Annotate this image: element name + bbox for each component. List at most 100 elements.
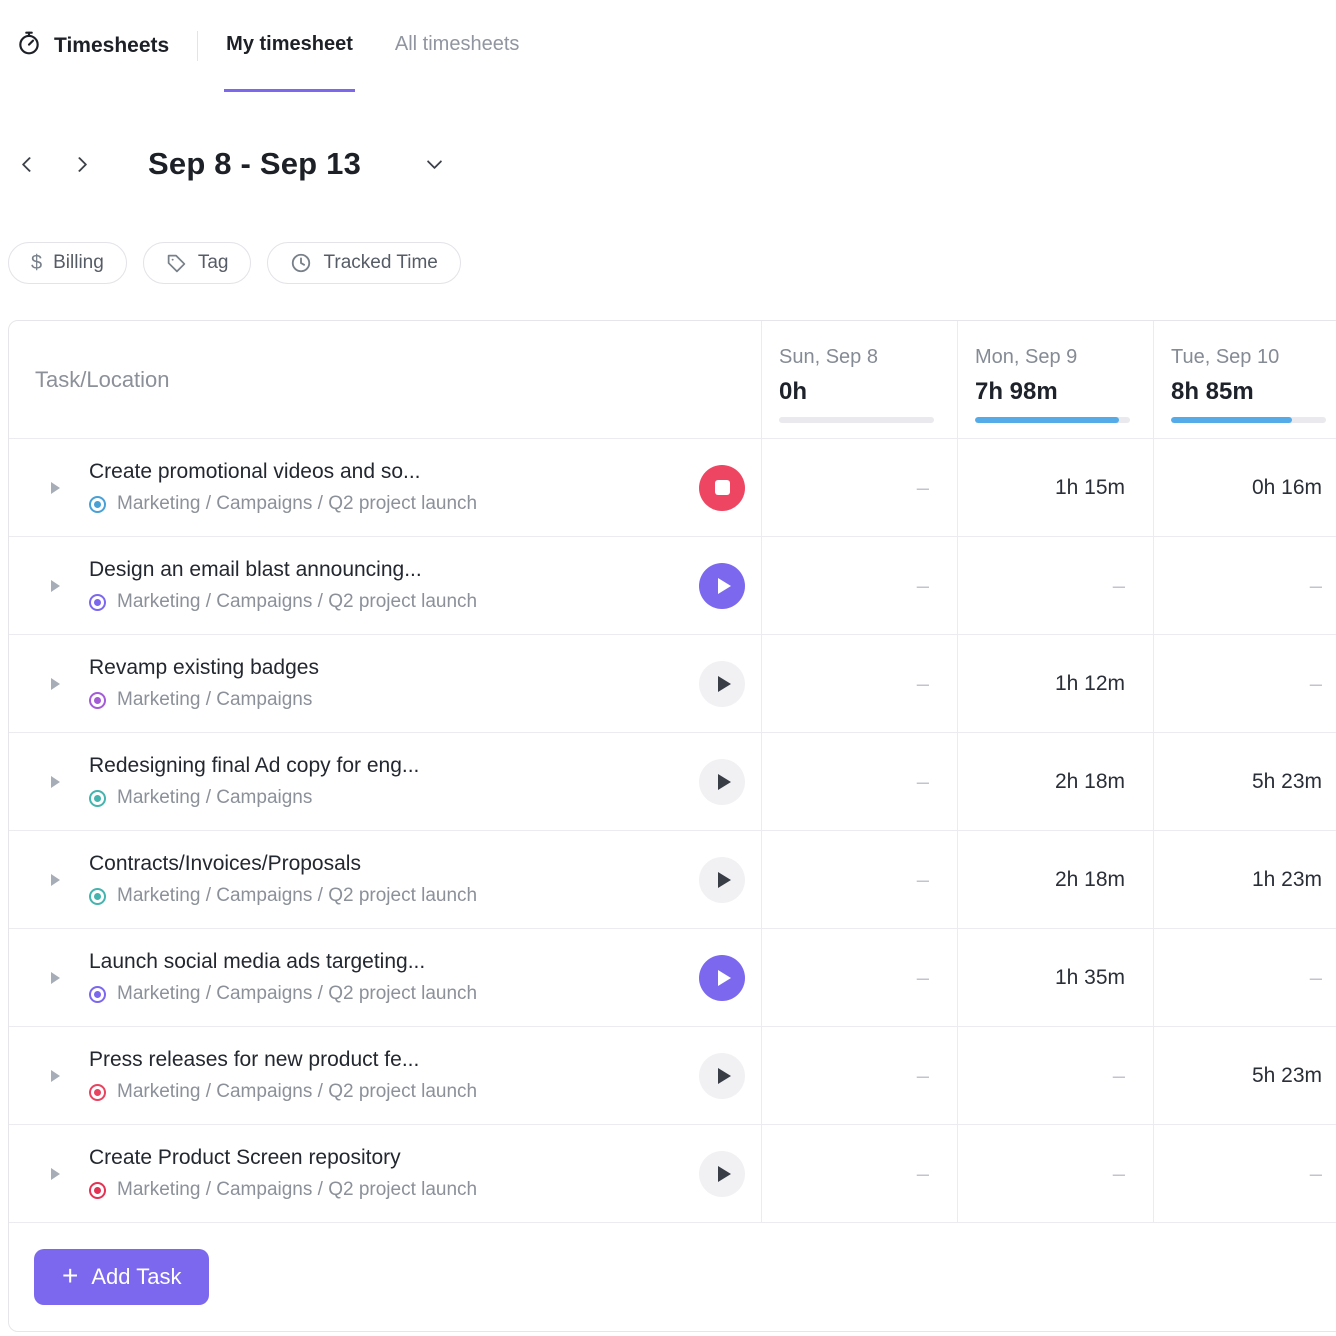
task-row: Design an email blast announcing... Mark… xyxy=(9,536,1336,634)
status-dot-icon xyxy=(89,496,106,513)
timer-play-button[interactable] xyxy=(699,661,745,707)
tab-my-timesheet[interactable]: My timesheet xyxy=(224,0,355,92)
week-range-title: Sep 8 - Sep 13 xyxy=(148,146,361,182)
task-title[interactable]: Create promotional videos and so... xyxy=(89,460,477,484)
time-cell[interactable]: 2h 18m xyxy=(957,831,1153,928)
day-total: 0h xyxy=(779,378,933,406)
time-cell[interactable]: 2h 18m xyxy=(957,733,1153,830)
day-label: Tue, Sep 10 xyxy=(1171,346,1326,369)
time-cell[interactable]: 0h 16m xyxy=(1153,439,1336,536)
time-cell[interactable]: – xyxy=(761,1125,957,1222)
chevron-right-icon xyxy=(71,156,87,172)
time-cell[interactable]: 1h 35m xyxy=(957,929,1153,1026)
tag-icon xyxy=(166,253,187,274)
task-title[interactable]: Redesigning final Ad copy for eng... xyxy=(89,754,419,778)
task-row: Create promotional videos and so... Mark… xyxy=(9,438,1336,536)
time-cell[interactable]: – xyxy=(957,537,1153,634)
time-cell[interactable]: 5h 23m xyxy=(1153,1027,1336,1124)
table-header-row: Task/Location Sun, Sep 8 0h Mon, Sep 9 7… xyxy=(9,321,1336,438)
timer-play-button[interactable] xyxy=(699,1053,745,1099)
task-title[interactable]: Create Product Screen repository xyxy=(89,1146,477,1170)
timer-play-button[interactable] xyxy=(699,955,745,1001)
timer-play-button[interactable] xyxy=(699,563,745,609)
timer-play-button[interactable] xyxy=(699,1151,745,1197)
task-location: Marketing / Campaigns / Q2 project launc… xyxy=(89,885,477,907)
time-cell[interactable]: – xyxy=(957,1027,1153,1124)
task-location-text: Marketing / Campaigns xyxy=(117,787,312,809)
time-cell[interactable]: – xyxy=(761,439,957,536)
time-cell[interactable]: 5h 23m xyxy=(1153,733,1336,830)
time-cell[interactable]: – xyxy=(1153,929,1336,1026)
chip-label: Billing xyxy=(53,252,104,274)
task-row: Contracts/Invoices/Proposals Marketing /… xyxy=(9,830,1336,928)
task-title[interactable]: Design an email blast announcing... xyxy=(89,558,477,582)
task-title[interactable]: Contracts/Invoices/Proposals xyxy=(89,852,477,876)
status-dot-icon xyxy=(89,594,106,611)
tracked-time-filter-chip[interactable]: Tracked Time xyxy=(267,242,460,284)
time-cell[interactable]: 1h 12m xyxy=(957,635,1153,732)
day-total: 8h 85m xyxy=(1171,378,1326,406)
chevron-down-icon xyxy=(426,154,442,170)
task-location-text: Marketing / Campaigns / Q2 project launc… xyxy=(117,1081,477,1103)
billing-filter-chip[interactable]: $ Billing xyxy=(8,242,127,284)
column-header-mon: Mon, Sep 9 7h 98m xyxy=(957,321,1153,438)
task-location: Marketing / Campaigns / Q2 project launc… xyxy=(89,1081,477,1103)
expand-chevron-icon[interactable] xyxy=(51,1168,60,1180)
app-title: Timesheets xyxy=(54,34,169,58)
task-row: Launch social media ads targeting... Mar… xyxy=(9,928,1336,1026)
day-progress-fill xyxy=(1171,417,1292,423)
time-cell[interactable]: – xyxy=(1153,1125,1336,1222)
stop-icon xyxy=(715,480,730,495)
table-footer: + Add Task xyxy=(9,1222,1336,1331)
time-cell[interactable]: – xyxy=(761,831,957,928)
play-icon xyxy=(718,676,731,692)
time-cell[interactable]: – xyxy=(761,537,957,634)
day-progress-fill xyxy=(975,417,1119,423)
task-title[interactable]: Revamp existing badges xyxy=(89,656,319,680)
expand-chevron-icon[interactable] xyxy=(51,482,60,494)
time-cell[interactable]: – xyxy=(761,929,957,1026)
time-cell[interactable]: – xyxy=(957,1125,1153,1222)
week-dropdown-button[interactable] xyxy=(419,149,449,179)
task-title[interactable]: Press releases for new product fe... xyxy=(89,1048,477,1072)
column-header-tue: Tue, Sep 10 8h 85m xyxy=(1153,321,1336,438)
task-cell: Revamp existing badges Marketing / Campa… xyxy=(9,635,761,732)
time-cell[interactable]: – xyxy=(1153,635,1336,732)
tab-all-timesheets[interactable]: All timesheets xyxy=(393,0,522,92)
prev-week-button[interactable] xyxy=(12,147,46,181)
time-cell[interactable]: – xyxy=(761,1027,957,1124)
task-location-text: Marketing / Campaigns / Q2 project launc… xyxy=(117,591,477,613)
time-cell[interactable]: – xyxy=(761,635,957,732)
day-label: Sun, Sep 8 xyxy=(779,346,933,369)
status-dot-icon xyxy=(89,1084,106,1101)
expand-chevron-icon[interactable] xyxy=(51,580,60,592)
play-icon xyxy=(718,578,731,594)
status-dot-icon xyxy=(89,1182,106,1199)
column-header-sun: Sun, Sep 8 0h xyxy=(761,321,957,438)
time-cell[interactable]: 1h 15m xyxy=(957,439,1153,536)
time-cell[interactable]: – xyxy=(761,733,957,830)
timer-play-button[interactable] xyxy=(699,759,745,805)
play-icon xyxy=(718,1166,731,1182)
task-cell: Create promotional videos and so... Mark… xyxy=(9,439,761,536)
expand-chevron-icon[interactable] xyxy=(51,972,60,984)
expand-chevron-icon[interactable] xyxy=(51,874,60,886)
timer-stop-button[interactable] xyxy=(699,465,745,511)
expand-chevron-icon[interactable] xyxy=(51,776,60,788)
tag-filter-chip[interactable]: Tag xyxy=(143,242,252,284)
time-cell[interactable]: 1h 23m xyxy=(1153,831,1336,928)
timer-play-button[interactable] xyxy=(699,857,745,903)
add-task-label: Add Task xyxy=(91,1264,181,1290)
task-cell: Contracts/Invoices/Proposals Marketing /… xyxy=(9,831,761,928)
status-dot-icon xyxy=(89,888,106,905)
column-header-task-location: Task/Location xyxy=(9,321,761,438)
task-title[interactable]: Launch social media ads targeting... xyxy=(89,950,477,974)
add-task-button[interactable]: + Add Task xyxy=(34,1249,209,1305)
task-row: Create Product Screen repository Marketi… xyxy=(9,1124,1336,1222)
expand-chevron-icon[interactable] xyxy=(51,1070,60,1082)
chevron-left-icon xyxy=(21,156,37,172)
status-dot-icon xyxy=(89,692,106,709)
time-cell[interactable]: – xyxy=(1153,537,1336,634)
next-week-button[interactable] xyxy=(62,147,96,181)
expand-chevron-icon[interactable] xyxy=(51,678,60,690)
